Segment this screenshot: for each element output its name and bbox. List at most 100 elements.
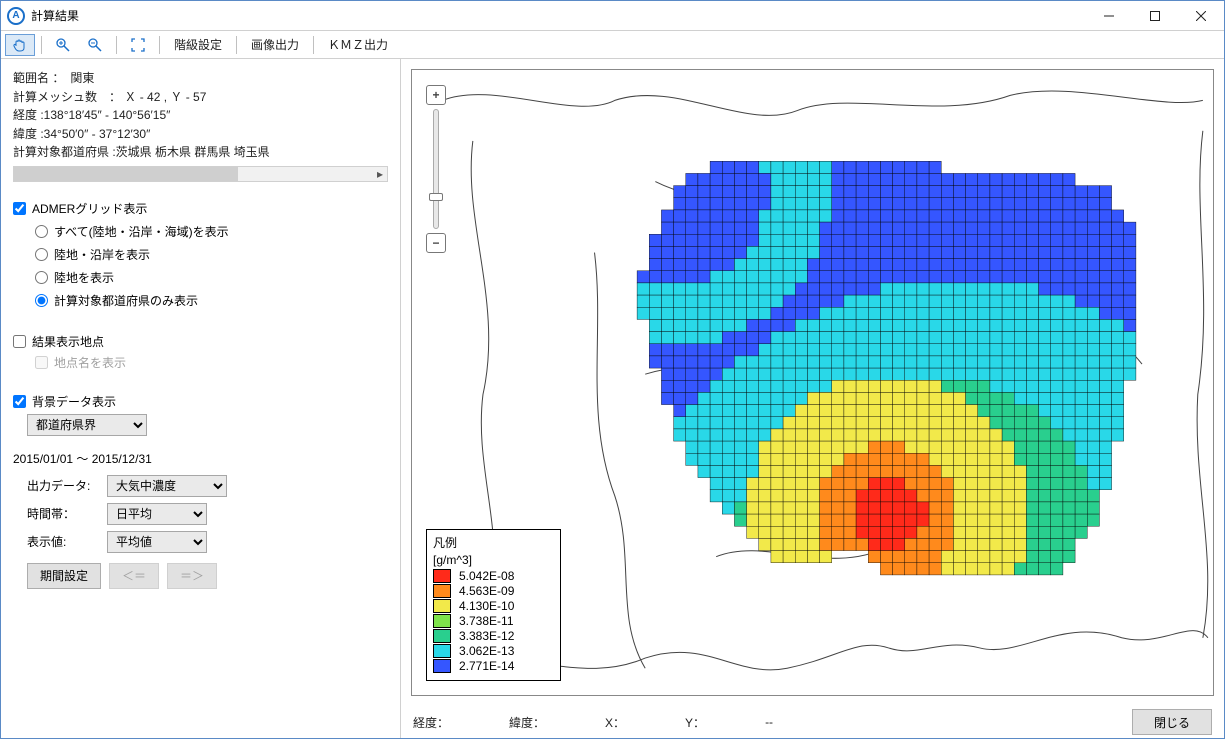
status-longitude-label: 経度：	[413, 714, 449, 731]
time-band-select[interactable]: 日平均	[107, 503, 207, 525]
zoom-out-tool-button[interactable]	[80, 34, 110, 56]
prev-period-button[interactable]: ＜＝	[109, 563, 159, 589]
range-name-value: 関東	[70, 71, 94, 85]
fit-extents-icon	[130, 37, 146, 53]
left-panel: 範囲名 ： 関東 計算メッシュ数 ： Ｘ - 42 , Ｙ - 57 経度 :1…	[1, 59, 401, 738]
show-point-names-label: 地点名を表示	[54, 354, 126, 371]
legend-swatch	[433, 614, 451, 628]
mesh-count-label: 計算メッシュ数 ：	[13, 90, 121, 104]
app-icon: A	[7, 7, 25, 25]
display-value-label: 表示値:	[27, 533, 97, 550]
legend-value: 3.062E-13	[459, 644, 514, 658]
legend-row: 4.563E-09	[433, 584, 554, 598]
status-y-label: Y：	[685, 714, 705, 731]
output-data-label: 出力データ:	[27, 477, 97, 494]
minimize-icon	[1104, 11, 1114, 21]
period-range-text: 2015/01/01 ～ 2015/12/31	[13, 450, 388, 467]
close-button[interactable]	[1178, 1, 1224, 31]
map-canvas[interactable]: + − 凡例 [g/m^3] 5.042E-084.563E-094.130E-…	[411, 69, 1214, 696]
legend-unit: [g/m^3]	[433, 553, 554, 567]
kmz-export-button[interactable]: ＫＭＺ出力	[320, 34, 396, 56]
legend-swatch	[433, 569, 451, 583]
background-layer-select[interactable]: 都道府県界	[27, 414, 147, 436]
legend-row: 2.771E-14	[433, 659, 554, 673]
show-point-names-checkbox	[35, 356, 48, 369]
output-data-select[interactable]: 大気中濃度	[107, 475, 227, 497]
legend-swatch	[433, 599, 451, 613]
zoom-minus-button[interactable]: −	[426, 233, 446, 253]
legend-swatch	[433, 584, 451, 598]
legend-value: 5.042E-08	[459, 569, 514, 583]
zoom-slider-thumb[interactable]	[429, 193, 443, 201]
legend-row: 5.042E-08	[433, 569, 554, 583]
zoom-in-icon	[55, 37, 71, 53]
status-latitude-label: 緯度：	[509, 714, 545, 731]
statusbar: 経度： 緯度： X： Y： -- 閉じる	[401, 706, 1224, 738]
toolbar: 階級設定 画像出力 ＫＭＺ出力	[1, 31, 1224, 59]
legend-row: 3.383E-12	[433, 629, 554, 643]
latitude-label: 緯度 :	[13, 127, 44, 141]
maximize-icon	[1150, 11, 1160, 21]
prefectures-value: 茨城県 栃木県 群馬県 埼玉県	[116, 145, 270, 159]
status-dash: --	[765, 715, 773, 729]
show-point-names-checkbox-row: 地点名を表示	[35, 354, 388, 371]
window-title: 計算結果	[31, 7, 79, 24]
next-period-button[interactable]: ＝＞	[167, 563, 217, 589]
result-points-checkbox-row[interactable]: 結果表示地点	[13, 333, 388, 350]
pan-tool-button[interactable]	[5, 34, 35, 56]
admer-grid-label: ADMERグリッド表示	[32, 200, 147, 217]
grid-radio-land[interactable]: 陸地を表示	[35, 269, 388, 286]
legend-title: 凡例	[433, 534, 554, 551]
zoom-control: + −	[426, 84, 446, 254]
period-settings-button[interactable]: 期間設定	[27, 563, 101, 589]
info-horizontal-scrollbar[interactable]: ◂ ▸	[13, 166, 388, 182]
grid-radio-target-pref[interactable]: 計算対象都道府県のみ表示	[35, 292, 388, 309]
scroll-right-arrow-icon: ▸	[373, 167, 387, 181]
hand-icon	[12, 37, 28, 53]
background-data-label: 背景データ表示	[32, 393, 116, 410]
legend-row: 4.130E-10	[433, 599, 554, 613]
latitude-value: 34°50′0″ - 37°12′30″	[44, 127, 151, 141]
titlebar: A 計算結果	[1, 1, 1224, 31]
zoom-out-icon	[87, 37, 103, 53]
fit-extents-button[interactable]	[123, 34, 153, 56]
legend-row: 3.062E-13	[433, 644, 554, 658]
longitude-value: 138°18′45″ - 140°56′15″	[44, 108, 171, 122]
right-panel: + − 凡例 [g/m^3] 5.042E-084.563E-094.130E-…	[401, 59, 1224, 738]
minimize-button[interactable]	[1086, 1, 1132, 31]
status-x-label: X：	[605, 714, 625, 731]
background-data-checkbox[interactable]	[13, 395, 26, 408]
mesh-count-value: Ｘ - 42 , Ｙ - 57	[124, 90, 206, 104]
legend-swatch	[433, 629, 451, 643]
admer-grid-checkbox[interactable]	[13, 202, 26, 215]
legend-value: 4.130E-10	[459, 599, 514, 613]
result-points-checkbox[interactable]	[13, 335, 26, 348]
close-dialog-button[interactable]: 閉じる	[1132, 709, 1212, 735]
legend-value: 3.383E-12	[459, 629, 514, 643]
legend-box: 凡例 [g/m^3] 5.042E-084.563E-094.130E-103.…	[426, 529, 561, 681]
admer-grid-checkbox-row[interactable]: ADMERグリッド表示	[13, 200, 388, 217]
zoom-slider-track[interactable]	[433, 109, 439, 229]
close-icon	[1196, 11, 1206, 21]
app-window: A 計算結果 階級設定 画像出力 ＫＭＺ出力	[0, 0, 1225, 739]
maximize-button[interactable]	[1132, 1, 1178, 31]
legend-value: 3.738E-11	[459, 614, 514, 628]
scroll-thumb[interactable]	[14, 167, 238, 181]
longitude-label: 経度 :	[13, 108, 44, 122]
legend-value: 4.563E-09	[459, 584, 514, 598]
grid-radio-land-coast[interactable]: 陸地・沿岸を表示	[35, 246, 388, 263]
grid-radio-all[interactable]: すべて(陸地・沿岸・海域)を表示	[35, 223, 388, 240]
image-export-button[interactable]: 画像出力	[243, 34, 307, 56]
zoom-plus-button[interactable]: +	[426, 85, 446, 105]
legend-value: 2.771E-14	[459, 659, 514, 673]
legend-swatch	[433, 644, 451, 658]
grid-display-radiogroup: すべて(陸地・沿岸・海域)を表示 陸地・沿岸を表示 陸地を表示 計算対象都道府県…	[13, 223, 388, 309]
class-settings-button[interactable]: 階級設定	[166, 34, 230, 56]
legend-swatch	[433, 659, 451, 673]
mesh-overlay	[637, 161, 1136, 575]
zoom-in-tool-button[interactable]	[48, 34, 78, 56]
info-box: 範囲名 ： 関東 計算メッシュ数 ： Ｘ - 42 , Ｙ - 57 経度 :1…	[13, 69, 388, 162]
background-data-checkbox-row[interactable]: 背景データ表示	[13, 393, 388, 410]
time-band-label: 時間帯：	[27, 505, 97, 522]
display-value-select[interactable]: 平均値	[107, 531, 207, 553]
